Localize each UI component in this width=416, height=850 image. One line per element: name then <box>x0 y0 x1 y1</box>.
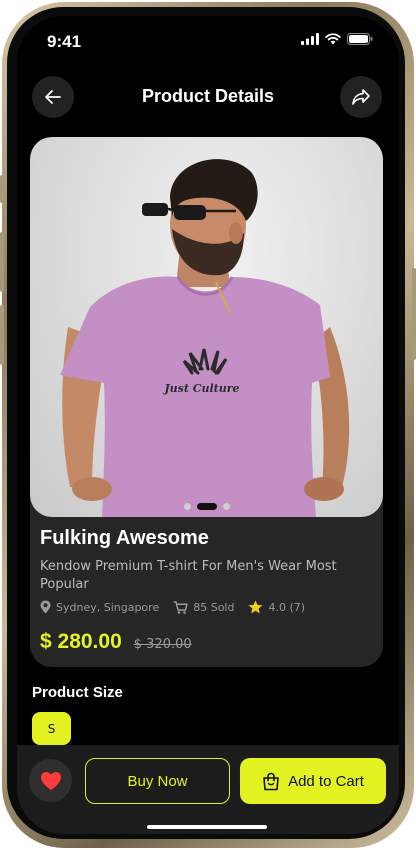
sold-meta: 85 Sold <box>173 601 234 614</box>
product-card: Just Culture Fulking Awesome Kendow Prem… <box>30 137 383 667</box>
add-to-cart-button[interactable]: Add to Cart <box>240 758 386 804</box>
location-pin-icon <box>40 600 51 614</box>
buy-now-button[interactable]: Buy Now <box>85 758 230 804</box>
home-indicator <box>147 825 267 829</box>
pagination-dot-active[interactable] <box>196 503 217 510</box>
location-text: Sydney, Singapore <box>56 600 160 614</box>
status-time: 9:41 <box>47 32 82 51</box>
battery-icon <box>347 33 373 45</box>
size-option-s[interactable]: S <box>32 712 71 745</box>
power-button <box>412 268 416 360</box>
rating-meta: 4.0 (7) <box>248 600 305 614</box>
heart-icon <box>40 771 61 790</box>
current-price: $ 280.00 <box>40 630 122 653</box>
price-row: $ 280.00 $ 320.00 <box>40 630 192 654</box>
original-price: $ 320.00 <box>133 637 192 652</box>
signal-icon <box>301 33 319 45</box>
pagination-dot[interactable] <box>183 503 191 510</box>
cart-icon <box>173 600 188 614</box>
volume-down-button <box>0 305 4 365</box>
share-button[interactable] <box>340 76 382 118</box>
sold-text: 85 Sold <box>193 600 235 614</box>
silent-switch <box>0 175 4 203</box>
bottom-action-bar: Buy Now Add to Cart <box>17 745 399 834</box>
add-to-cart-label: Add to Cart <box>288 772 364 790</box>
share-icon <box>352 89 370 105</box>
image-pagination <box>30 503 383 510</box>
product-meta: Sydney, Singapore 85 Sold 4.0 (7) <box>40 600 305 614</box>
screen: 9:41 Product Details Just Culture Fulkin… <box>17 16 399 834</box>
shopping-bag-icon <box>263 772 279 790</box>
product-description: Kendow Premium T-shirt For Men's Wear Mo… <box>40 559 337 592</box>
status-icons <box>301 33 373 45</box>
rating-text: 4.0 (7) <box>268 600 306 614</box>
model-illustration: Just Culture <box>60 159 350 517</box>
favorite-button[interactable] <box>29 759 72 802</box>
shirt-print: Just Culture <box>162 382 239 395</box>
volume-up-button <box>0 232 4 292</box>
product-image[interactable]: Just Culture <box>30 137 383 517</box>
location-meta: Sydney, Singapore <box>40 600 159 614</box>
wifi-icon <box>325 33 341 45</box>
pagination-dot[interactable] <box>222 503 230 510</box>
size-section-title: Product Size <box>32 684 123 701</box>
product-name: Fulking Awesome <box>40 527 209 549</box>
star-icon <box>248 600 263 614</box>
